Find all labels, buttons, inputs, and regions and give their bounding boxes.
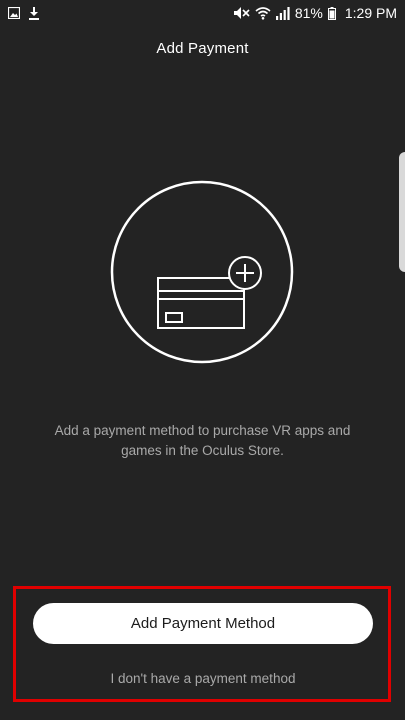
wifi-icon	[255, 6, 271, 20]
battery-percent: 81%	[294, 5, 323, 21]
payment-illustration	[110, 180, 294, 364]
description-text: Add a payment method to purchase VR apps…	[54, 423, 351, 458]
signal-icon	[275, 6, 290, 20]
battery-icon	[327, 6, 336, 20]
status-left	[8, 6, 40, 20]
credit-card-add-icon	[110, 180, 294, 364]
edge-panel-handle[interactable]	[399, 152, 405, 272]
status-bar: 81% 1:29 PM	[0, 0, 405, 26]
mute-icon	[232, 6, 250, 20]
add-payment-method-button[interactable]: Add Payment Method	[33, 603, 373, 644]
no-payment-method-link[interactable]: I don't have a payment method	[33, 671, 373, 686]
status-right: 81% 1:29 PM	[232, 5, 397, 21]
image-notification-icon	[8, 7, 20, 19]
page-title: Add Payment	[156, 40, 249, 57]
download-icon	[28, 6, 40, 20]
status-time: 1:29 PM	[344, 5, 397, 21]
